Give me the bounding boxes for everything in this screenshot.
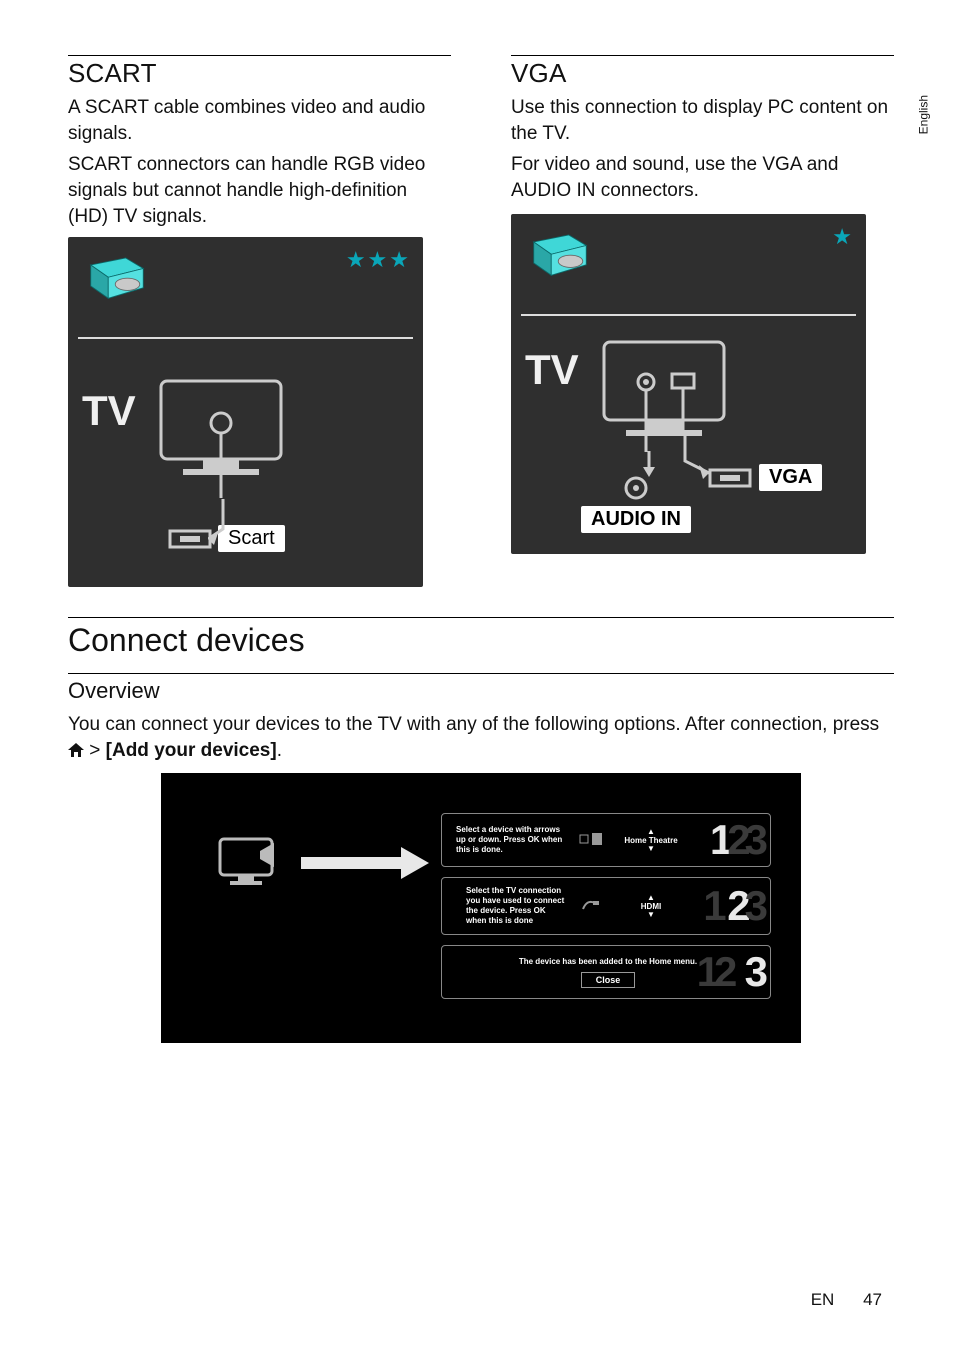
- arrow-right-icon: [301, 843, 431, 883]
- footer-language: EN: [811, 1290, 835, 1309]
- step-instruction: Select the TV connection you have used t…: [456, 886, 566, 926]
- divider: [511, 55, 894, 56]
- figure-overview: Select a device with arrows up or down. …: [161, 773, 801, 1043]
- text: You can connect your devices to the TV w…: [68, 714, 879, 735]
- footer-page-number: 47: [863, 1290, 882, 1309]
- wizard-step-3: The device has been added to the Home me…: [441, 945, 771, 999]
- tv-source-icon: [216, 833, 286, 893]
- tv-label: TV: [82, 387, 136, 435]
- divider: [68, 617, 894, 618]
- language-tab: English: [916, 95, 930, 134]
- text: >: [84, 740, 106, 761]
- port-label-vga: VGA: [759, 464, 822, 491]
- tv-back-icon: [596, 334, 746, 454]
- step-number-bg: 123: [710, 814, 762, 866]
- step-selection: ▲ HDMI ▼: [616, 894, 686, 919]
- step-number-bg: 123: [727, 878, 762, 934]
- step-selection: ▲ Home Theatre ▼: [616, 828, 686, 853]
- close-button[interactable]: Close: [581, 972, 636, 988]
- wizard-step-2: Select the TV connection you have used t…: [441, 877, 771, 935]
- rating-stars: ★: [832, 224, 854, 250]
- menu-path: [Add your devices]: [106, 740, 277, 761]
- vga-connector-icon: [525, 232, 595, 287]
- divider: [68, 55, 451, 56]
- divider: [68, 673, 894, 674]
- heading-overview: Overview: [68, 678, 894, 704]
- tv-label: TV: [525, 346, 579, 394]
- home-icon: [68, 743, 84, 757]
- section-connect-devices: Connect devices Overview You can connect…: [68, 617, 894, 1043]
- port-icon: [166, 525, 214, 553]
- scart-connector-icon: [82, 255, 152, 310]
- wizard-steps: Select a device with arrows up or down. …: [441, 813, 771, 1009]
- column-vga: VGA Use this connection to display PC co…: [511, 55, 894, 587]
- paragraph: You can connect your devices to the TV w…: [68, 712, 894, 763]
- heading-scart: SCART: [68, 58, 451, 89]
- figure-scart: ★★★ TV: [68, 237, 423, 587]
- step-device-icon: [576, 831, 606, 850]
- cable-icon: [639, 451, 659, 481]
- tv-back-icon: [153, 373, 303, 503]
- step-cable-icon: [576, 897, 606, 916]
- paragraph: For video and sound, use the VGA and AUD…: [511, 152, 894, 203]
- heading-connect-devices: Connect devices: [68, 622, 894, 659]
- text: .: [277, 740, 282, 761]
- port-label-audio-in: AUDIO IN: [581, 506, 691, 533]
- paragraph: A SCART cable combines video and audio s…: [68, 95, 451, 146]
- paragraph: Use this connection to display PC conten…: [511, 95, 894, 146]
- step-number-bg: 123: [745, 946, 762, 998]
- cable-icon: [208, 499, 238, 549]
- step-instruction: Select a device with arrows up or down. …: [456, 825, 566, 855]
- paragraph: SCART connectors can handle RGB video si…: [68, 152, 451, 229]
- figure-vga: ★ TV: [511, 214, 866, 554]
- heading-vga: VGA: [511, 58, 894, 89]
- page-footer: EN 47: [811, 1290, 882, 1310]
- wizard-step-1: Select a device with arrows up or down. …: [441, 813, 771, 867]
- column-scart: SCART A SCART cable combines video and a…: [68, 55, 451, 587]
- rating-stars: ★★★: [346, 247, 411, 273]
- cable-icon: [681, 431, 721, 481]
